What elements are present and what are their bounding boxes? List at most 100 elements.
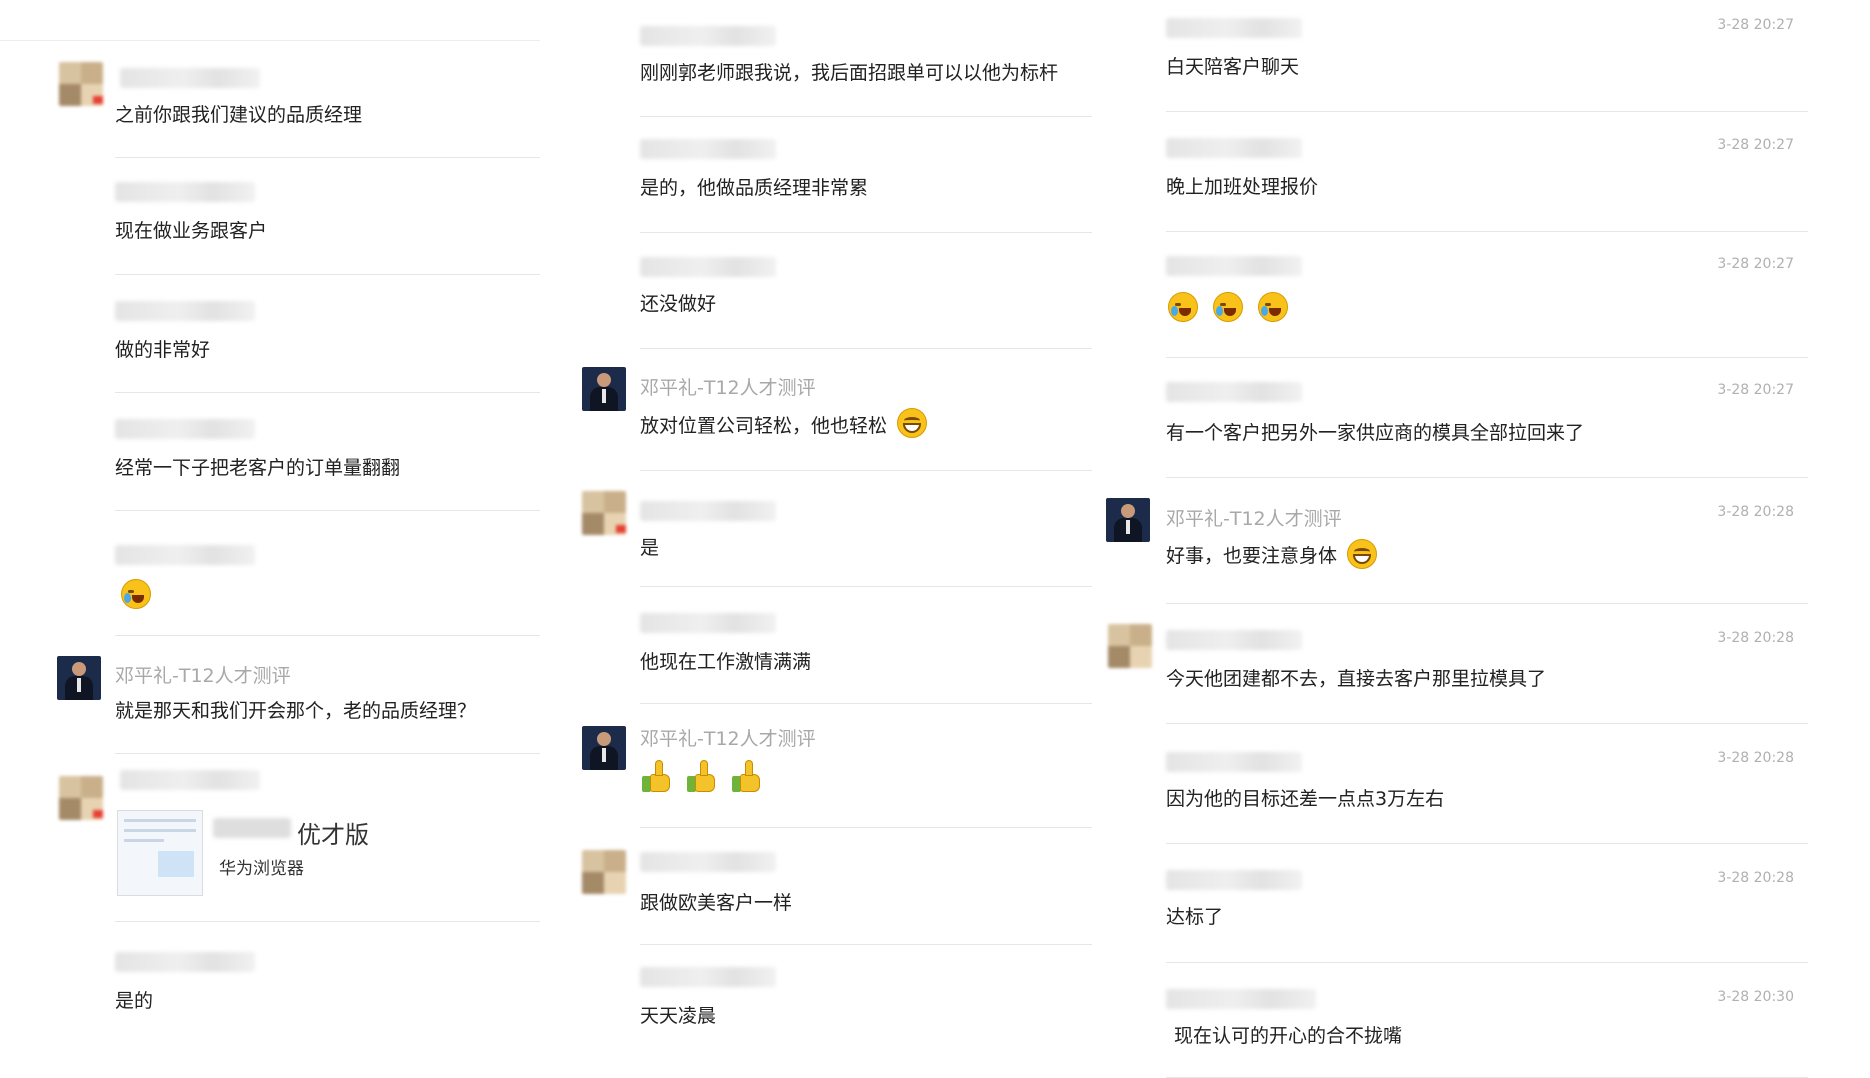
- avatar[interactable]: [582, 850, 626, 894]
- chat-message[interactable]: 3-28 20:28 今天他团建都不去，直接去客户那里拉模具了: [1108, 604, 1808, 724]
- chat-message[interactable]: 做的非常好: [115, 275, 540, 393]
- message-text: 因为他的目标还差一点点3万左右: [1166, 788, 1445, 810]
- grinning-emoji-icon: [1347, 538, 1378, 569]
- avatar[interactable]: [59, 776, 103, 820]
- message-timestamp: 3-28 20:27: [1717, 137, 1794, 153]
- chat-message[interactable]: 经常一下子把老客户的订单量翻翻: [115, 393, 540, 511]
- sender-name: [115, 545, 255, 565]
- message-text: 跟做欧美客户一样: [640, 892, 793, 914]
- flag-badge: [93, 96, 103, 104]
- chat-message[interactable]: 邓平礼-T12人才测评: [582, 704, 1092, 828]
- sender-name: [120, 770, 260, 790]
- chat-message[interactable]: 天天凌晨: [640, 945, 1092, 1045]
- card-title-prefix: [213, 818, 291, 838]
- flag-badge: [93, 810, 103, 818]
- chat-message[interactable]: 3-28 20:27 白天陪客户聊天: [1166, 0, 1808, 112]
- avatar[interactable]: [1106, 498, 1150, 542]
- chat-message[interactable]: 邓平礼-T12人才测评 放对位置公司轻松，他也轻松: [582, 349, 1092, 471]
- message-timestamp: 3-28 20:27: [1717, 256, 1794, 272]
- sender-name: [1166, 18, 1302, 38]
- crying-laughing-emoji-icon: [1213, 292, 1244, 322]
- card-source: 华为浏览器: [219, 859, 304, 879]
- sender-name: [1166, 138, 1302, 158]
- grinning-emoji-icon: [897, 407, 928, 438]
- chat-message[interactable]: 是的: [115, 922, 540, 1032]
- chat-message[interactable]: 之前你跟我们建议的品质经理: [59, 60, 540, 158]
- message-text: 好事，也要注意身体: [1166, 538, 1378, 569]
- message-text: 今天他团建都不去，直接去客户那里拉模具了: [1166, 668, 1547, 690]
- message-emoji-row: [121, 579, 151, 609]
- message-text: 就是那天和我们开会那个，老的品质经理？: [115, 700, 477, 722]
- message-text: 是的: [115, 990, 154, 1012]
- sender-name: [1166, 382, 1302, 402]
- sender-name: [640, 967, 776, 987]
- message-text: 做的非常好: [115, 339, 211, 361]
- avatar[interactable]: [582, 491, 626, 535]
- message-text: 他现在工作激情满满: [640, 651, 812, 673]
- message-text: 现在认可的开心的合不拢嘴: [1174, 1025, 1403, 1047]
- message-timestamp: 3-28 20:28: [1717, 504, 1794, 520]
- sender-name: 邓平礼-T12人才测评: [640, 728, 816, 750]
- chat-message[interactable]: 邓平礼-T12人才测评 就是那天和我们开会那个，老的品质经理？: [57, 636, 540, 754]
- message-text: 刚刚郭老师跟我说，我后面招跟单可以以他为标杆: [640, 62, 1059, 84]
- message-text: 是: [640, 537, 660, 559]
- sender-name: [640, 139, 776, 159]
- sender-name: [120, 68, 260, 88]
- link-thumbnail: [117, 810, 203, 896]
- message-text: 晚上加班处理报价: [1166, 176, 1319, 198]
- chat-message[interactable]: 优才版 华为浏览器: [59, 754, 540, 922]
- chat-message[interactable]: 是: [582, 471, 1092, 587]
- message-emoji-row: [642, 760, 772, 792]
- avatar[interactable]: [57, 656, 101, 700]
- sender-name: 邓平礼-T12人才测评: [1166, 508, 1342, 530]
- chat-message[interactable]: 是的，他做品质经理非常累: [640, 117, 1092, 233]
- message-text: 达标了: [1166, 906, 1224, 928]
- sender-name: [640, 613, 776, 633]
- message-text: 之前你跟我们建议的品质经理: [115, 104, 363, 126]
- sender-name: [640, 501, 776, 521]
- sender-name: [115, 419, 255, 439]
- message-timestamp: 3-28 20:27: [1717, 382, 1794, 398]
- sender-name: [640, 852, 776, 872]
- chat-message[interactable]: 现在做业务跟客户: [115, 158, 540, 275]
- chat-message[interactable]: 他现在工作激情满满: [640, 587, 1092, 704]
- message-timestamp: 3-28 20:27: [1717, 17, 1794, 33]
- link-card[interactable]: 优才版 华为浏览器: [117, 810, 417, 900]
- crying-laughing-emoji-icon: [1258, 292, 1289, 322]
- crying-laughing-emoji-icon: [121, 579, 151, 609]
- message-text: 白天陪客户聊天: [1166, 56, 1300, 78]
- message-timestamp: 3-28 20:28: [1717, 750, 1794, 766]
- message-text: 还没做好: [640, 293, 717, 315]
- message-text-content: 好事，也要注意身体: [1166, 545, 1338, 567]
- sender-name: [115, 182, 255, 202]
- message-text: 现在做业务跟客户: [115, 220, 268, 242]
- chat-message[interactable]: 邓平礼-T12人才测评 3-28 20:28 好事，也要注意身体: [1106, 478, 1808, 604]
- divider: [0, 40, 540, 41]
- chat-message[interactable]: 3-28 20:30 现在认可的开心的合不拢嘴: [1166, 963, 1808, 1078]
- chat-message[interactable]: 3-28 20:28 达标了: [1166, 844, 1808, 963]
- message-text: 是的，他做品质经理非常累: [640, 177, 869, 199]
- sender-name: [115, 952, 255, 972]
- avatar[interactable]: [582, 367, 626, 411]
- thumbs-up-icon: [687, 760, 717, 792]
- message-text-content: 放对位置公司轻松，他也轻松: [640, 415, 888, 437]
- card-title: 优才版: [297, 821, 369, 849]
- chat-message[interactable]: 3-28 20:27: [1166, 232, 1808, 358]
- avatar[interactable]: [582, 726, 626, 770]
- sender-name: [115, 301, 255, 321]
- chat-message[interactable]: 跟做欧美客户一样: [582, 828, 1092, 945]
- avatar[interactable]: [59, 62, 103, 106]
- chat-message[interactable]: [115, 511, 540, 636]
- avatar[interactable]: [1108, 624, 1152, 668]
- chat-message[interactable]: 3-28 20:27 晚上加班处理报价: [1166, 112, 1808, 232]
- message-timestamp: 3-28 20:28: [1717, 870, 1794, 886]
- chat-message[interactable]: 还没做好: [640, 233, 1092, 349]
- message-text: 放对位置公司轻松，他也轻松: [640, 407, 928, 438]
- message-text: 有一个客户把另外一家供应商的模具全部拉回来了: [1166, 422, 1585, 444]
- message-timestamp: 3-28 20:28: [1717, 630, 1794, 646]
- message-emoji-row: [1168, 292, 1289, 322]
- chat-message[interactable]: 3-28 20:27 有一个客户把另外一家供应商的模具全部拉回来了: [1166, 358, 1808, 478]
- sender-name: [1166, 630, 1302, 650]
- chat-message[interactable]: 3-28 20:28 因为他的目标还差一点点3万左右: [1166, 724, 1808, 844]
- chat-message[interactable]: 刚刚郭老师跟我说，我后面招跟单可以以他为标杆: [640, 0, 1092, 117]
